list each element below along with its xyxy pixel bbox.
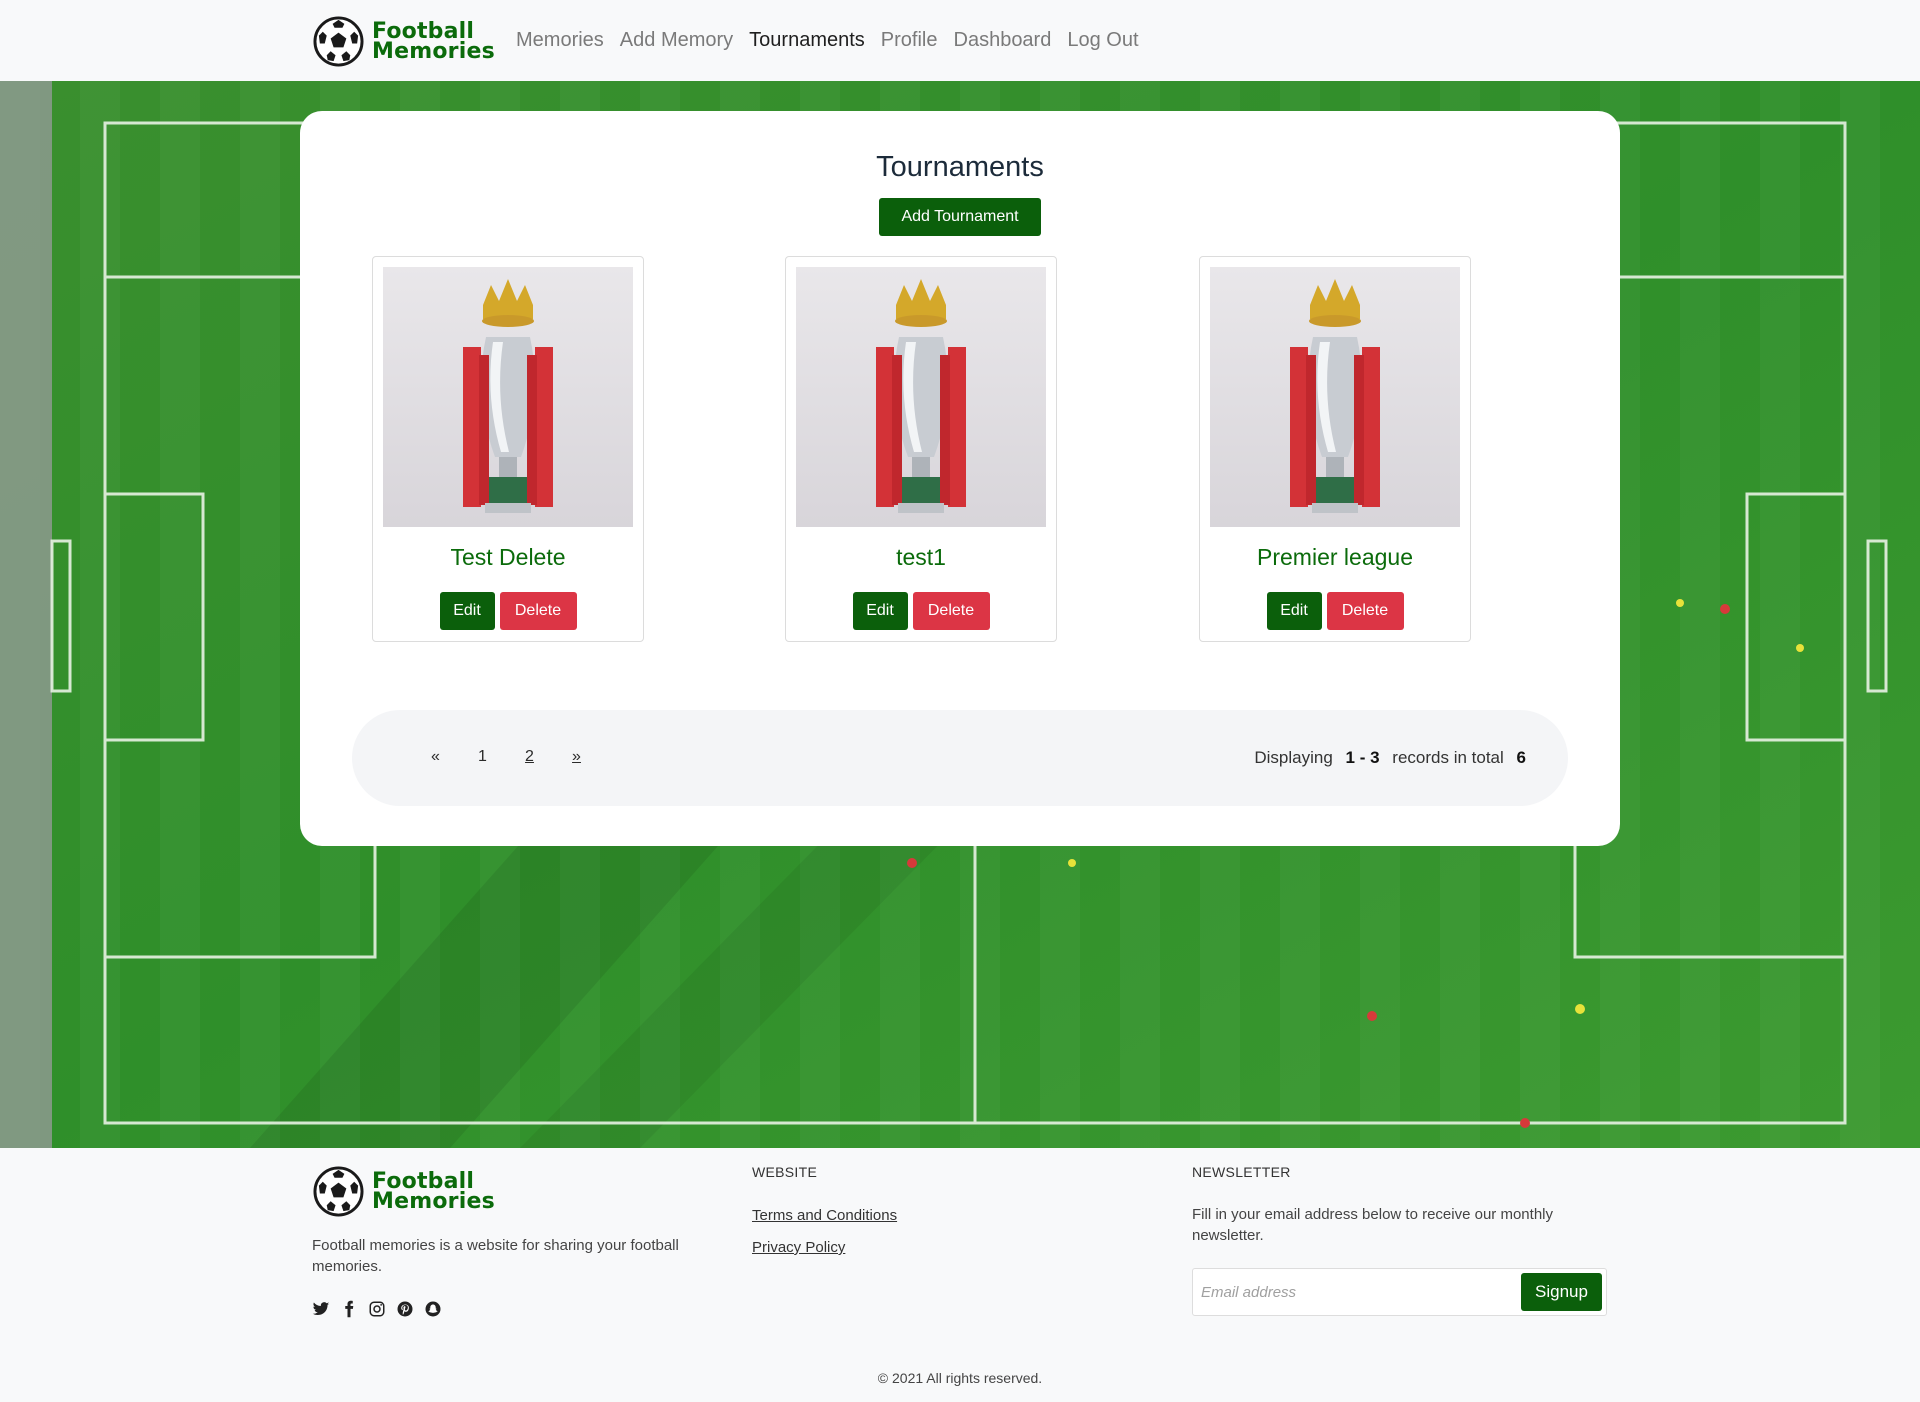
delete-button[interactable]: Delete <box>1326 592 1404 630</box>
trophy-icon <box>876 279 966 513</box>
pagination-total: 6 <box>1516 748 1526 767</box>
terms-link[interactable]: Terms and Conditions <box>752 1207 897 1224</box>
tournament-name: test1 <box>896 544 946 570</box>
footer-newsletter-heading: NEWSLETTER <box>1192 1164 1291 1180</box>
tournament-actions: Edit Delete <box>373 592 643 630</box>
tournament-name: Test Delete <box>450 544 566 570</box>
signup-button[interactable]: Signup <box>1521 1273 1602 1311</box>
pagination-page-1[interactable]: 1 <box>459 748 506 766</box>
facebook-icon[interactable] <box>340 1300 358 1318</box>
tournament-image <box>1210 267 1460 527</box>
footer: Football Memories Football memories is a… <box>0 1148 1920 1402</box>
twitter-icon[interactable] <box>312 1300 330 1318</box>
brand-line2: Memories <box>372 38 495 64</box>
brand-logo-link[interactable]: Football Memories <box>313 16 495 67</box>
delete-button[interactable]: Delete <box>499 592 577 630</box>
newsletter-form: Signup <box>1192 1268 1607 1316</box>
tournament-card: test1 Edit Delete <box>785 256 1057 642</box>
pagination-bar: « 1 2 » Displaying 1 - 3 records in tota… <box>352 710 1568 806</box>
privacy-link[interactable]: Privacy Policy <box>752 1239 845 1256</box>
social-links <box>312 1300 442 1318</box>
pagination-next[interactable]: » <box>553 748 600 766</box>
nav-memories[interactable]: Memories <box>516 26 604 54</box>
brand-name: Football Memories <box>372 20 495 64</box>
pagination-page-2[interactable]: 2 <box>506 748 553 766</box>
tournament-image <box>796 267 1046 527</box>
tournament-name: Premier league <box>1257 544 1413 570</box>
footer-brand-name: Football Memories <box>372 1170 495 1214</box>
tournament-actions: Edit Delete <box>786 592 1056 630</box>
edit-button[interactable]: Edit <box>852 592 908 630</box>
email-field[interactable] <box>1201 1277 1501 1307</box>
nav-dashboard[interactable]: Dashboard <box>954 26 1052 54</box>
navbar: Football Memories Memories Add Memory To… <box>0 0 1920 81</box>
tournament-actions: Edit Delete <box>1200 592 1470 630</box>
nav-log-out[interactable]: Log Out <box>1067 26 1138 54</box>
footer-brand-line2: Memories <box>372 1188 495 1214</box>
football-icon <box>313 1166 364 1217</box>
tournaments-panel: Tournaments Add Tournament Test Delete E… <box>300 111 1620 846</box>
pagination: « 1 2 » <box>412 748 600 766</box>
pagination-range: 1 - 3 <box>1345 748 1380 767</box>
tournament-image <box>383 267 633 527</box>
tournament-card: Test Delete Edit Delete <box>372 256 644 642</box>
newsletter-description: Fill in your email address below to rece… <box>1192 1206 1553 1244</box>
edit-button[interactable]: Edit <box>439 592 495 630</box>
trophy-icon <box>463 279 553 513</box>
tournament-card: Premier league Edit Delete <box>1199 256 1471 642</box>
pagination-info: Displaying 1 - 3 records in total 6 <box>1254 748 1534 768</box>
footer-website-heading: WEBSITE <box>752 1164 818 1180</box>
trophy-icon <box>1290 279 1380 513</box>
pagination-info-middle: records in total <box>1392 748 1504 767</box>
nav-profile[interactable]: Profile <box>881 26 938 54</box>
footer-brand-logo[interactable]: Football Memories <box>313 1166 495 1217</box>
nav-tournaments[interactable]: Tournaments <box>749 26 865 54</box>
instagram-icon[interactable] <box>368 1300 386 1318</box>
pagination-prev[interactable]: « <box>412 748 459 766</box>
football-icon <box>313 16 364 67</box>
pagination-info-prefix: Displaying <box>1254 748 1333 767</box>
nav-add-memory[interactable]: Add Memory <box>620 26 733 54</box>
pinterest-icon[interactable] <box>396 1300 414 1318</box>
delete-button[interactable]: Delete <box>912 592 990 630</box>
page-title: Tournaments <box>876 151 1044 183</box>
copyright-text: © 2021 All rights reserved. <box>877 1370 1043 1386</box>
snapchat-icon[interactable] <box>424 1300 442 1318</box>
footer-description: Football memories is a website for shari… <box>312 1237 679 1275</box>
main-nav: Memories Add Memory Tournaments Profile … <box>516 26 1155 54</box>
edit-button[interactable]: Edit <box>1266 592 1322 630</box>
add-tournament-button[interactable]: Add Tournament <box>879 198 1041 236</box>
